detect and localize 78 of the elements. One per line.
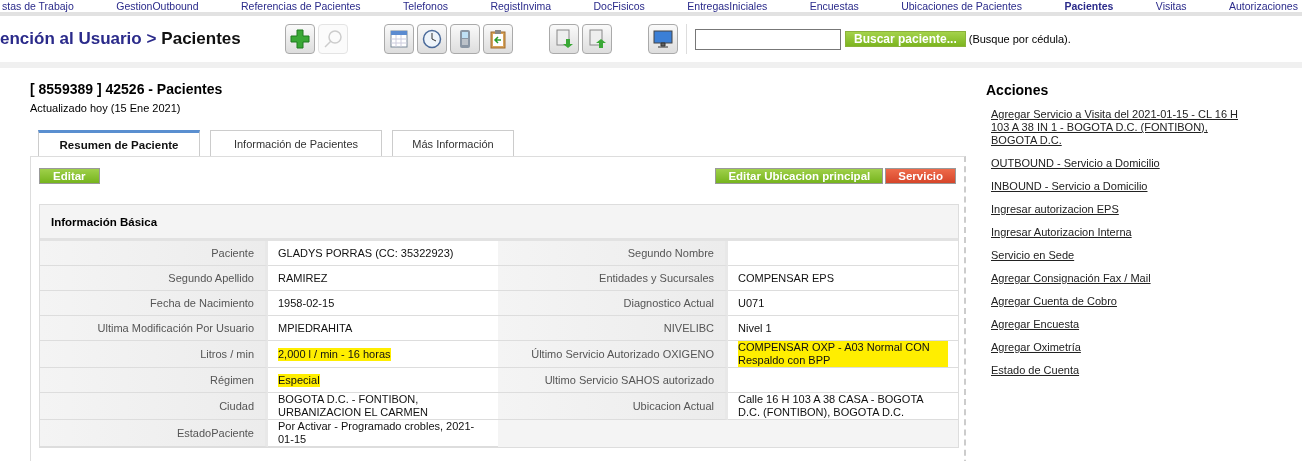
updated-text: Actualizado hoy (15 Ene 2021) (30, 102, 182, 114)
field-value: Nivel 1 (738, 321, 772, 335)
field-value: COMPENSAR OXP - A03 Normal CON Respaldo con BPP (738, 341, 948, 367)
field-value: Calle 16 H 103 A 38 CASA - BOGOTA D.C. (FONTIBON), BOGOTA D.C. (738, 393, 925, 419)
field-label: Entidades y Sucursales (599, 272, 714, 284)
nav-link[interactable]: EntregasIniciales (687, 0, 768, 12)
field-label: Litros / min (200, 348, 254, 360)
action-link[interactable]: OUTBOUND - Servicio a Domicilio (991, 157, 1241, 170)
toolbar-button[interactable] (417, 24, 447, 54)
field-label: Fecha de Nacimiento (150, 297, 254, 309)
tab[interactable]: Información de Pacientes (210, 130, 382, 156)
record-title: [ 8559389 ] 42526 - Pacientes (30, 81, 224, 97)
search-icon (323, 29, 343, 49)
action-link[interactable]: Estado de Cuenta (991, 364, 1241, 377)
tab[interactable]: Más Información (392, 130, 514, 156)
tab[interactable]: Resumen de Paciente (38, 130, 200, 156)
field-label: NIVELIBC (663, 322, 714, 334)
action-link[interactable]: Agregar Encuesta (991, 318, 1241, 331)
nav-link[interactable]: GestionOutbound (116, 0, 199, 12)
field-value: Especial (278, 373, 320, 387)
breadcrumb-link[interactable]: ención al Usuario > (0, 29, 157, 48)
field-label: Ultima Modificación Por Usuario (97, 322, 254, 334)
field-label: Segundo Apellido (168, 272, 254, 284)
calendar-icon (389, 29, 409, 49)
document-down-arrow-icon (554, 29, 574, 49)
field-value: MPIEDRAHITA (278, 321, 353, 335)
toolbar-button[interactable] (483, 24, 513, 54)
field-label: Diagnostico Actual (623, 297, 714, 309)
nav-link[interactable]: Autorizaciones (1229, 0, 1298, 12)
field-label: Último Servicio Autorizado OXIGENO (531, 348, 714, 360)
action-link[interactable]: INBOUND - Servicio a Domicilio (991, 180, 1241, 193)
field-label: Ultimo Servicio SAHOS autorizado (544, 374, 714, 386)
clock-icon (422, 29, 442, 49)
field-value: 2,000 l / min - 16 horas (278, 347, 391, 361)
nav-link[interactable]: Encuestas (809, 0, 859, 12)
clipboard-icon (488, 29, 508, 49)
action-button[interactable]: Servicio (885, 168, 956, 184)
action-link[interactable]: Agregar Servicio a Visita del 2021-01-15 - CL 16 H 103 A 38 IN 1 - BOGOTA D.C. (FONTIBON), BOGOTA D.C. (991, 108, 1241, 147)
action-link[interactable]: Servicio en Sede (991, 249, 1241, 262)
field-value: COMPENSAR EPS (738, 271, 834, 285)
search-field[interactable] (695, 28, 841, 50)
field-label: Régimen (209, 374, 254, 386)
nav-link[interactable]: Pacientes (1064, 0, 1114, 12)
action-link[interactable]: Ingresar Autorizacion Interna (991, 226, 1241, 239)
monitor-icon (653, 29, 673, 49)
toolbar-button[interactable] (384, 24, 414, 54)
field-label: Ubicacion Actual (632, 400, 714, 412)
field-value: GLADYS PORRAS (CC: 35322923) (278, 246, 454, 260)
nav-link[interactable]: Telefonos (403, 0, 448, 12)
field-value: RAMIREZ (278, 271, 328, 285)
actions-title: Acciones (986, 82, 1050, 98)
field-value: U071 (738, 296, 765, 310)
toolbar-button[interactable] (450, 24, 480, 54)
nav-link[interactable]: Referencias de Pacientes (240, 0, 361, 12)
action-link[interactable]: Agregar Cuenta de Cobro (991, 295, 1241, 308)
action-link[interactable]: Agregar Oximetría (991, 341, 1241, 354)
nav-link[interactable]: DocFisicos (593, 0, 645, 12)
plus-icon (290, 29, 310, 49)
toolbar-button[interactable] (285, 24, 315, 54)
document-up-arrow-icon (587, 29, 607, 49)
action-link[interactable]: Agregar Consignación Fax / Mail (991, 272, 1241, 285)
field-value: Por Activar - Programado crobles, 2021-01-15 (278, 420, 476, 446)
field-label: Paciente (211, 247, 254, 259)
action-link[interactable]: Ingresar autorizacion EPS (991, 203, 1241, 216)
toolbar-button[interactable] (648, 24, 678, 54)
toolbar-button[interactable] (549, 24, 579, 54)
nav-link[interactable]: Visitas (1155, 0, 1187, 12)
field-label: Ciudad (219, 400, 254, 412)
nav-link[interactable]: Ubicaciones de Pacientes (901, 0, 1022, 12)
toolbar-button[interactable] (582, 24, 612, 54)
field-label: Segundo Nombre (627, 247, 714, 259)
nav-link[interactable]: stas de Trabajo (2, 0, 74, 12)
search-hint: (Busque por cédula). (968, 33, 1071, 45)
field-value: BOGOTA D.C. - FONTIBON, URBANIZACION EL CARMEN (278, 393, 429, 419)
field-label: EstadoPaciente (176, 427, 254, 439)
field-value: 1958-02-15 (278, 296, 335, 310)
nav-link[interactable]: RegistInvima (490, 0, 552, 12)
page-title: Pacientes (161, 29, 241, 48)
